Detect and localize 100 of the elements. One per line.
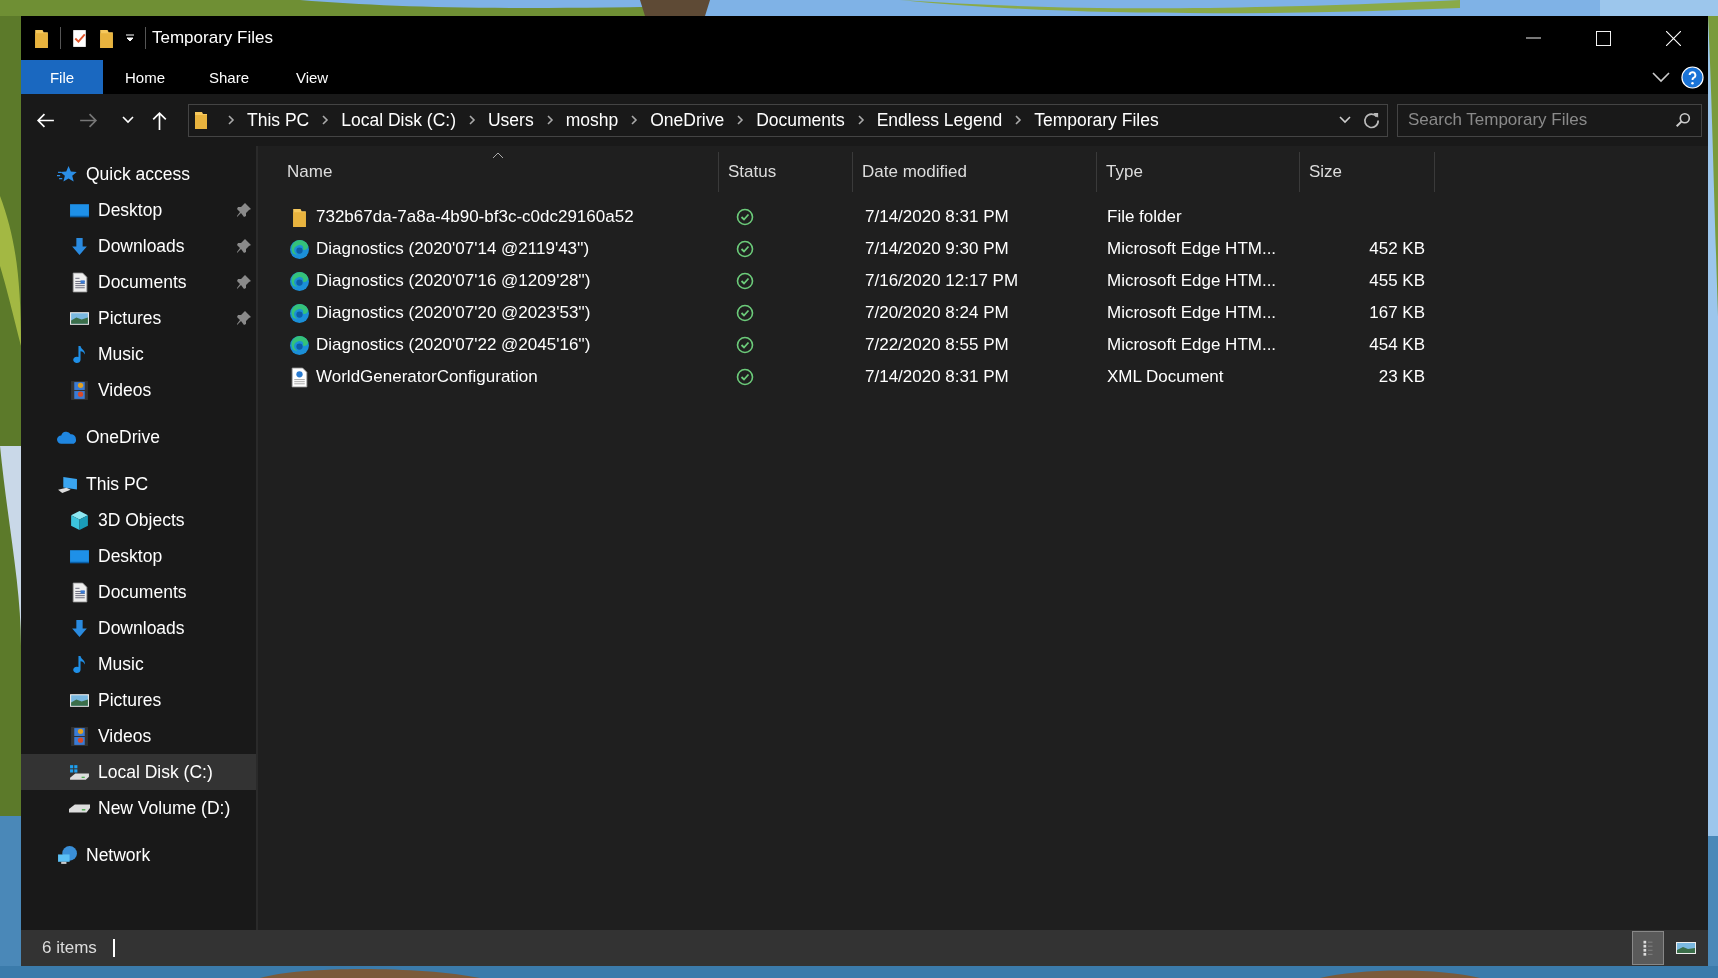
- synced-checkmark-icon: [736, 368, 754, 386]
- text-cursor: [112, 939, 115, 957]
- breadcrumb-chevron-icon[interactable]: [321, 114, 330, 126]
- search-field[interactable]: Search Temporary Files: [1397, 103, 1702, 137]
- nav-item[interactable]: Videos: [98, 725, 152, 747]
- breadcrumb[interactable]: This PC: [247, 109, 310, 131]
- breadcrumb-chevron-icon[interactable]: [856, 114, 865, 126]
- ribbon-tab[interactable]: Home: [103, 60, 187, 94]
- nav-item[interactable]: New Volume (D:): [98, 797, 231, 819]
- type-cell: XML Document: [1107, 367, 1224, 387]
- nav-item[interactable]: Downloads: [98, 617, 185, 639]
- breadcrumb[interactable]: OneDrive: [650, 109, 725, 131]
- pin-icon: [236, 238, 252, 254]
- browser-swirl-icon: [289, 270, 310, 292]
- close-icon: [1665, 30, 1681, 46]
- nav-item[interactable]: 3D Objects: [98, 509, 185, 531]
- synced-checkmark-icon: [736, 208, 754, 226]
- breadcrumb[interactable]: Users: [488, 109, 534, 131]
- column-header[interactable]: Size: [1300, 152, 1435, 192]
- refresh-icon[interactable]: [1362, 110, 1381, 130]
- date-cell: 7/14/2020 8:31 PM: [865, 207, 1009, 227]
- maximize-icon: [1595, 30, 1611, 46]
- nav-item[interactable]: Documents: [98, 581, 187, 603]
- size-cell: 23 KB: [1378, 367, 1425, 387]
- properties-checkmark-icon[interactable]: [71, 27, 88, 49]
- window-title: Temporary Files: [152, 28, 273, 48]
- ribbon-tab[interactable]: View: [271, 60, 354, 94]
- column-header[interactable]: Date modified: [853, 152, 1097, 192]
- file-name[interactable]: Diagnostics (2020'07'14 @2119'43''): [316, 239, 590, 259]
- column-header[interactable]: Name: [258, 152, 719, 192]
- size-cell: 455 KB: [1369, 271, 1425, 291]
- size-cell: 454 KB: [1369, 335, 1425, 355]
- recent-locations-chevron-icon[interactable]: [121, 115, 135, 125]
- nav-item[interactable]: Network: [86, 844, 151, 866]
- breadcrumb[interactable]: Documents: [756, 109, 845, 131]
- network-globe-icon: [57, 844, 78, 866]
- nav-item[interactable]: Music: [98, 653, 144, 675]
- breadcrumb-chevron-icon[interactable]: [545, 114, 554, 126]
- file-name[interactable]: 732b67da-7a8a-4b90-bf3c-c0dc29160a52: [316, 207, 634, 227]
- file-name[interactable]: Diagnostics (2020'07'20 @2023'53''): [316, 303, 591, 323]
- nav-item[interactable]: Documents: [98, 271, 187, 293]
- cube-icon: [69, 509, 90, 531]
- breadcrumb-chevron-icon[interactable]: [630, 114, 639, 126]
- new-folder-icon[interactable]: [98, 27, 115, 49]
- breadcrumb-chevron-icon[interactable]: [736, 114, 745, 126]
- pin-icon: [236, 274, 252, 290]
- type-cell: Microsoft Edge HTM...: [1107, 239, 1277, 259]
- breadcrumb-chevron-icon[interactable]: [227, 114, 235, 126]
- nav-item[interactable]: This PC: [86, 473, 149, 495]
- synced-checkmark-icon: [736, 304, 754, 322]
- size-cell: 167 KB: [1369, 303, 1425, 323]
- nav-item[interactable]: Pictures: [98, 307, 162, 329]
- column-header[interactable]: Type: [1097, 152, 1300, 192]
- pin-icon: [236, 310, 252, 326]
- type-cell: Microsoft Edge HTM...: [1107, 335, 1277, 355]
- details-view-button[interactable]: [1632, 931, 1664, 965]
- landscape-thumbnail-icon: [1675, 939, 1697, 957]
- nav-item[interactable]: Quick access: [86, 163, 191, 185]
- help-icon[interactable]: [1681, 65, 1704, 89]
- nav-item[interactable]: Desktop: [98, 199, 163, 221]
- file-name[interactable]: Diagnostics (2020'07'16 @1209'28''): [316, 271, 591, 291]
- nav-item[interactable]: Music: [98, 343, 144, 365]
- breadcrumb[interactable]: Local Disk (C:): [341, 109, 456, 131]
- nav-item[interactable]: Pictures: [98, 689, 162, 711]
- type-cell: File folder: [1107, 207, 1182, 227]
- breadcrumb[interactable]: moshp: [565, 109, 619, 131]
- pin-icon: [236, 202, 252, 218]
- date-cell: 7/22/2020 8:55 PM: [865, 335, 1009, 355]
- search-icon: [1674, 110, 1692, 129]
- type-cell: Microsoft Edge HTM...: [1107, 271, 1277, 291]
- column-header[interactable]: Status: [719, 152, 853, 192]
- size-cell: 452 KB: [1369, 239, 1425, 259]
- ribbon-tab[interactable]: Share: [187, 60, 272, 94]
- browser-swirl-icon: [289, 238, 310, 260]
- date-cell: 7/20/2020 8:24 PM: [865, 303, 1009, 323]
- document-icon: [289, 366, 310, 388]
- nav-item[interactable]: Desktop: [98, 545, 163, 567]
- browser-swirl-icon: [289, 302, 310, 324]
- minimize-icon: [1525, 37, 1541, 39]
- ribbon-tab[interactable]: File: [21, 60, 103, 94]
- synced-checkmark-icon: [736, 240, 754, 258]
- expand-ribbon-chevron-icon[interactable]: [1651, 71, 1671, 83]
- file-name[interactable]: WorldGeneratorConfiguration: [316, 367, 538, 387]
- nav-item[interactable]: Videos: [98, 379, 152, 401]
- breadcrumb-chevron-icon[interactable]: [468, 114, 476, 126]
- nav-item[interactable]: Downloads: [98, 235, 185, 257]
- film-strip-icon: [69, 379, 90, 401]
- nav-item[interactable]: OneDrive: [86, 426, 160, 448]
- breadcrumb-chevron-icon[interactable]: [1014, 114, 1023, 126]
- sort-ascending-caret-icon: [492, 152, 504, 159]
- address-history-chevron-icon[interactable]: [1338, 115, 1352, 125]
- breadcrumb[interactable]: Temporary Files: [1034, 109, 1159, 131]
- synced-checkmark-icon: [736, 336, 754, 354]
- file-name[interactable]: Diagnostics (2020'07'22 @2045'16''): [316, 335, 591, 355]
- address-bar[interactable]: This PC Local Disk (C:) Users moshp OneDrive Documents Endless Legend Temporary Files: [188, 103, 1388, 137]
- dropdown-caret-icon[interactable]: [125, 33, 135, 43]
- film-strip-icon: [69, 725, 90, 747]
- breadcrumb[interactable]: Endless Legend: [876, 109, 1003, 131]
- folder-icon[interactable]: [33, 27, 50, 49]
- synced-checkmark-icon: [736, 272, 754, 290]
